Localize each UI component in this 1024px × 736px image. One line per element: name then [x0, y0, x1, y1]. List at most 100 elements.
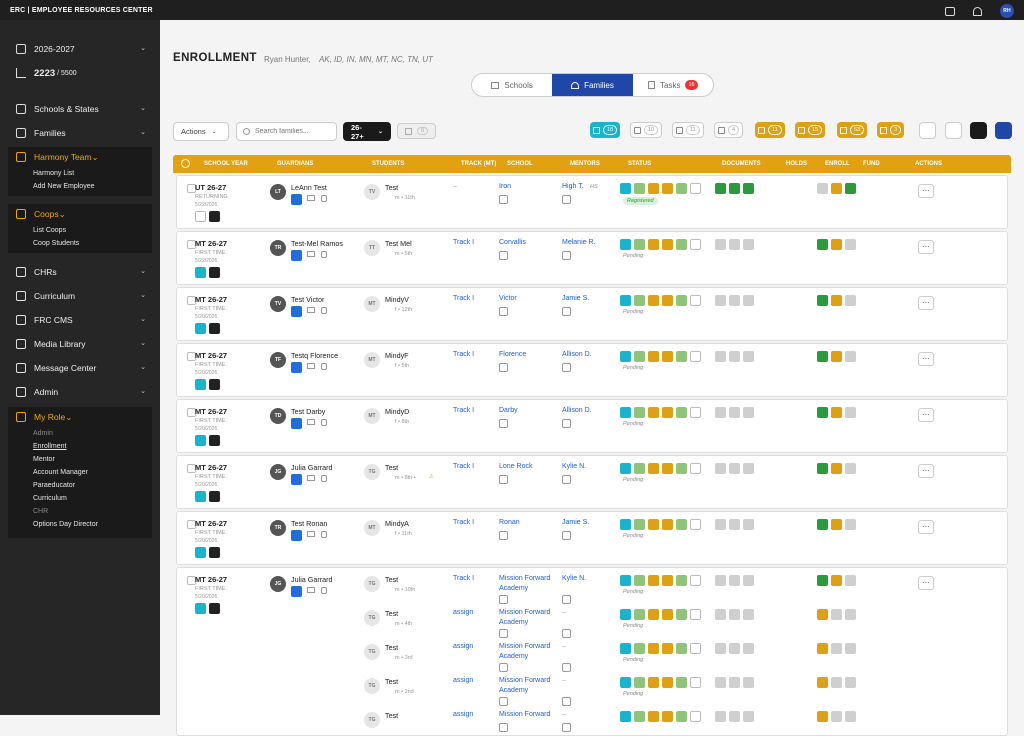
enroll-icon[interactable] [817, 575, 828, 586]
document-icon[interactable] [743, 609, 754, 620]
student-name[interactable]: MindyV [385, 295, 409, 304]
sidebar-item-coops[interactable]: Coops ⌄ [8, 204, 152, 224]
sidebar-subitem[interactable]: Coop Students [8, 237, 152, 250]
sidebar-subitem[interactable]: Account Manager [8, 466, 152, 479]
status-step-icon[interactable] [676, 575, 687, 586]
dollar-icon[interactable] [845, 677, 856, 688]
document-icon[interactable] [729, 239, 740, 250]
building-icon[interactable] [209, 323, 220, 334]
status-step-icon[interactable] [620, 295, 631, 306]
building-icon[interactable] [209, 547, 220, 558]
status-step-icon[interactable] [662, 519, 673, 530]
person-filter[interactable] [970, 122, 987, 139]
status-step-icon[interactable] [690, 239, 701, 250]
track-link[interactable]: Track I [453, 519, 474, 526]
dollar-icon[interactable] [845, 609, 856, 620]
dollar-icon[interactable] [845, 463, 856, 474]
enroll-icon[interactable] [817, 183, 828, 194]
status-step-icon[interactable] [662, 575, 673, 586]
enroll-icon[interactable] [817, 239, 828, 250]
enroll-icon[interactable] [817, 295, 828, 306]
dollar-icon[interactable] [845, 183, 856, 194]
status-step-icon[interactable] [690, 575, 701, 586]
sparkle-icon[interactable] [195, 547, 206, 558]
sparkle-icon[interactable] [195, 211, 206, 222]
cap-icon[interactable] [831, 183, 842, 194]
mentor-link[interactable]: High T. [562, 183, 584, 190]
document-icon[interactable] [743, 463, 754, 474]
document-icon[interactable] [729, 643, 740, 654]
row-actions-button[interactable]: … [918, 352, 934, 366]
phone-icon[interactable] [321, 475, 327, 482]
status-step-icon[interactable] [676, 407, 687, 418]
filter-pill[interactable]: 3 [877, 122, 905, 138]
row-actions-button[interactable]: … [918, 296, 934, 310]
school-link[interactable]: Academy [499, 585, 528, 592]
status-step-icon[interactable] [620, 463, 631, 474]
phone-icon[interactable] [321, 307, 327, 314]
status-step-icon[interactable] [620, 711, 631, 722]
status-step-icon[interactable] [690, 183, 701, 194]
school-link[interactable]: Mission Forward [499, 643, 550, 650]
filter-pill[interactable]: 11 [672, 122, 704, 138]
student-name[interactable]: Test [385, 711, 398, 720]
school-link[interactable]: Mission Forward [499, 677, 550, 684]
cap-icon[interactable] [831, 351, 842, 362]
status-step-icon[interactable] [620, 519, 631, 530]
status-step-icon[interactable] [634, 643, 645, 654]
clock-filter[interactable] [945, 122, 962, 139]
status-step-icon[interactable] [662, 463, 673, 474]
phone-icon[interactable] [321, 251, 327, 258]
guardian-name[interactable]: LeAnn Test [291, 183, 327, 192]
status-step-icon[interactable] [662, 407, 673, 418]
document-icon[interactable] [743, 295, 754, 306]
status-step-icon[interactable] [648, 643, 659, 654]
dollar-icon[interactable] [845, 295, 856, 306]
cap-icon[interactable] [831, 239, 842, 250]
sparkle-icon[interactable] [195, 379, 206, 390]
document-icon[interactable] [743, 575, 754, 586]
document-icon[interactable] [715, 239, 726, 250]
mentor-link[interactable]: – [562, 643, 566, 650]
status-step-icon[interactable] [676, 677, 687, 688]
filter-pill[interactable]: 15 [795, 122, 826, 138]
status-step-icon[interactable] [620, 183, 631, 194]
school-link[interactable]: Victor [499, 295, 517, 302]
document-icon[interactable] [715, 463, 726, 474]
sparkle-icon[interactable] [195, 603, 206, 614]
cap-icon[interactable] [831, 407, 842, 418]
track-link[interactable]: Track I [453, 463, 474, 470]
document-icon[interactable] [743, 677, 754, 688]
phone-icon[interactable] [321, 195, 327, 202]
student-name[interactable]: MindyA [385, 519, 409, 528]
status-step-icon[interactable] [690, 609, 701, 620]
sidebar-item-message-center[interactable]: Message Center ⌄ [8, 358, 152, 378]
status-step-icon[interactable] [676, 463, 687, 474]
dollar-icon[interactable] [845, 239, 856, 250]
document-icon[interactable] [729, 519, 740, 530]
cap-icon[interactable] [831, 711, 842, 722]
track-link[interactable]: Track I [453, 239, 474, 246]
track-link[interactable]: assign [453, 677, 473, 684]
status-step-icon[interactable] [690, 463, 701, 474]
building-icon[interactable] [209, 267, 220, 278]
dollar-icon[interactable] [845, 407, 856, 418]
filter-pill[interactable]: 4 [714, 122, 744, 138]
document-icon[interactable] [715, 643, 726, 654]
tab-tasks[interactable]: Tasks 16 [633, 74, 713, 96]
guardian-name[interactable]: Test-Mel Ramos [291, 239, 343, 248]
search-input[interactable] [255, 128, 335, 135]
status-step-icon[interactable] [676, 183, 687, 194]
sidebar-item-curriculum[interactable]: Curriculum ⌄ [8, 286, 152, 306]
row-actions-button[interactable]: … [918, 184, 934, 198]
status-step-icon[interactable] [648, 609, 659, 620]
cap-icon[interactable] [831, 295, 842, 306]
phone-icon[interactable] [321, 587, 327, 594]
status-step-icon[interactable] [648, 351, 659, 362]
guardian-name[interactable]: Testq Florence [291, 351, 338, 360]
status-step-icon[interactable] [676, 239, 687, 250]
track-link[interactable]: Track I [453, 295, 474, 302]
document-icon[interactable] [729, 711, 740, 722]
status-step-icon[interactable] [634, 575, 645, 586]
chat-icon[interactable] [291, 194, 302, 205]
